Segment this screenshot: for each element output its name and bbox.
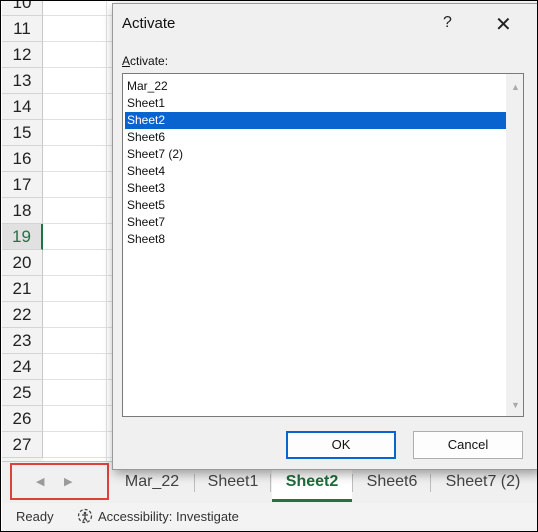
- grid-row[interactable]: [43, 432, 113, 458]
- status-ready: Ready: [16, 509, 54, 524]
- grid-row[interactable]: [43, 328, 113, 354]
- row-header[interactable]: 24: [2, 354, 43, 380]
- row-header[interactable]: 18: [2, 198, 43, 224]
- next-sheet-icon[interactable]: ▶: [64, 475, 72, 488]
- grid-row[interactable]: [43, 42, 113, 68]
- scroll-up-icon[interactable]: ▲: [511, 82, 520, 92]
- row-header[interactable]: 26: [2, 406, 43, 432]
- row-header[interactable]: 19: [2, 224, 43, 250]
- accessibility-label: Accessibility: Investigate: [98, 509, 239, 524]
- row-header[interactable]: 14: [2, 94, 43, 120]
- sheet-list-item[interactable]: Sheet7 (2): [125, 146, 506, 163]
- row-header[interactable]: 20: [2, 250, 43, 276]
- row-header[interactable]: 11: [2, 16, 43, 42]
- sheet-list-item[interactable]: Sheet3: [125, 180, 506, 197]
- row-header[interactable]: 10: [2, 1, 43, 16]
- row-header[interactable]: 16: [2, 146, 43, 172]
- activate-dialog: Activate ? ✕ Activate: Mar_22 Sheet1 Sheet…: [112, 3, 537, 470]
- tab-separator: [430, 474, 431, 492]
- grid-row[interactable]: [43, 406, 113, 432]
- dialog-title: Activate: [122, 15, 176, 32]
- sheet-list-item[interactable]: Sheet5: [125, 197, 506, 214]
- cancel-button[interactable]: Cancel: [413, 431, 523, 459]
- column-gridline: [106, 1, 107, 461]
- grid-row[interactable]: [43, 224, 113, 250]
- close-icon[interactable]: ✕: [495, 12, 512, 37]
- sheet-list-item[interactable]: Sheet8: [125, 231, 506, 248]
- grid-row[interactable]: [43, 354, 113, 380]
- grid-row[interactable]: [43, 198, 113, 224]
- grid-row[interactable]: [43, 68, 113, 94]
- scroll-down-icon[interactable]: ▼: [511, 400, 520, 410]
- row-header[interactable]: 23: [2, 328, 43, 354]
- grid-row[interactable]: [43, 250, 113, 276]
- excel-window: 10 11 12 13 14 15 16 17 18 19 20 21 22 23 24 25 26 27 ◀ ▶…: [0, 0, 538, 532]
- row-header[interactable]: 17: [2, 172, 43, 198]
- sheet-listbox[interactable]: Mar_22 Sheet1 Sheet2 Sheet6 Sheet7 (2) Sheet4…: [122, 73, 524, 417]
- grid-row[interactable]: [43, 120, 113, 146]
- grid-row[interactable]: [43, 1, 113, 16]
- row-header[interactable]: 27: [2, 432, 43, 458]
- tab-separator: [194, 474, 195, 492]
- row-header[interactable]: 22: [2, 302, 43, 328]
- grid-row[interactable]: [43, 172, 113, 198]
- grid-row[interactable]: [43, 16, 113, 42]
- sheet-list-item[interactable]: Sheet1: [125, 95, 506, 112]
- listbox-scrollbar[interactable]: ▲ ▼: [506, 74, 523, 416]
- sheet-list-item[interactable]: Sheet7: [125, 214, 506, 231]
- sheet-list-item[interactable]: Sheet4: [125, 163, 506, 180]
- list-label-text: ctivate:: [130, 54, 169, 68]
- sheet-list-item[interactable]: Sheet6: [125, 129, 506, 146]
- row-header[interactable]: 15: [2, 120, 43, 146]
- row-header[interactable]: 12: [2, 42, 43, 68]
- list-label-accesskey: A: [122, 54, 131, 68]
- accessibility-icon: [77, 508, 93, 524]
- tab-separator: [270, 474, 271, 492]
- grid-row[interactable]: [43, 94, 113, 120]
- list-label: Activate:: [122, 54, 168, 68]
- row-header[interactable]: 13: [2, 68, 43, 94]
- row-header[interactable]: 21: [2, 276, 43, 302]
- grid-row[interactable]: [43, 276, 113, 302]
- tab-navigation-highlight: ◀ ▶: [10, 463, 109, 500]
- ok-button[interactable]: OK: [286, 431, 396, 459]
- status-bar: Ready Accessibility: Investigate: [2, 503, 537, 531]
- row-header[interactable]: 25: [2, 380, 43, 406]
- sheet-list-item[interactable]: Sheet2: [124, 111, 507, 130]
- tab-separator: [352, 474, 353, 492]
- row-headers: 10 11 12 13 14 15 16 17 18 19 20 21 22 23 24 25 26 27: [2, 1, 43, 461]
- grid-row[interactable]: [43, 146, 113, 172]
- prev-sheet-icon[interactable]: ◀: [36, 475, 44, 488]
- sheet-list-item[interactable]: Mar_22: [125, 78, 506, 95]
- help-icon[interactable]: ?: [443, 14, 452, 32]
- grid-row[interactable]: [43, 302, 113, 328]
- accessibility-status[interactable]: Accessibility: Investigate: [77, 508, 239, 525]
- grid-row[interactable]: [43, 380, 113, 406]
